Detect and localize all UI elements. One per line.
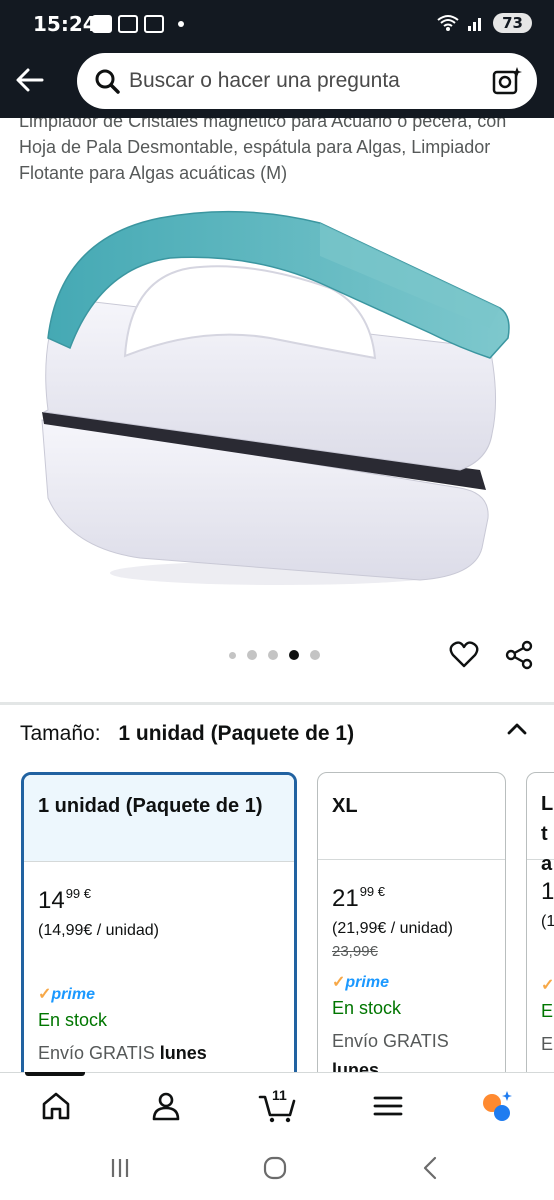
- size-label: Tamaño:: [20, 722, 101, 745]
- unit-price: (1: [541, 913, 554, 930]
- wifi-icon: [437, 15, 459, 31]
- unit-price: (21,99€ / unidad): [332, 920, 453, 937]
- share-icon[interactable]: [504, 640, 534, 670]
- size-option-name: L ta: [527, 773, 554, 875]
- recent-apps-icon[interactable]: [107, 1155, 133, 1181]
- system-navigation-bar: [0, 1138, 554, 1200]
- carousel-dot[interactable]: [229, 651, 236, 659]
- product-title[interactable]: Limpiador de Cristales magnético para Ac…: [19, 118, 541, 186]
- prime-badge: ✓prime: [332, 974, 389, 991]
- bottom-navigation: 11: [0, 1072, 554, 1138]
- status-bar: 15:24 73: [0, 0, 554, 48]
- carousel-dot[interactable]: [247, 650, 257, 660]
- notification-app-icon: [92, 15, 112, 33]
- size-option-card-selected[interactable]: 1 unidad (Paquete de 1) 1499 € (14,99€ /…: [21, 772, 297, 1072]
- stock-status: En stock: [332, 998, 402, 1018]
- status-time: 15:24: [33, 12, 97, 36]
- back-arrow-icon[interactable]: [14, 64, 46, 96]
- price: 1499 €: [38, 880, 280, 915]
- menu-icon[interactable]: [371, 1089, 405, 1123]
- size-selector-header[interactable]: Tamaño: 1 unidad (Paquete de 1): [20, 722, 354, 746]
- delivery-info: Envío GRATIS lunes: [332, 1031, 449, 1072]
- price-fraction: 99 €: [359, 884, 386, 899]
- more-notifications-dot: [178, 21, 184, 27]
- size-option-card[interactable]: XL 2199 € (21,99€ / unidad) 23,99€ ✓prim…: [317, 772, 506, 1072]
- search-placeholder: Buscar o hacer una pregunta: [129, 69, 400, 92]
- carousel-dot[interactable]: [268, 650, 278, 660]
- prime-badge: ✓: [541, 977, 554, 994]
- size-option-card[interactable]: L ta 1 (1 ✓ E E: [526, 772, 554, 1072]
- carousel-dot-active[interactable]: [289, 650, 299, 660]
- home-icon[interactable]: [39, 1089, 73, 1123]
- unit-price: (14,99€ / unidad): [38, 922, 159, 939]
- search-input[interactable]: Buscar o hacer una pregunta: [77, 53, 537, 109]
- account-icon[interactable]: [149, 1089, 183, 1123]
- home-button-icon[interactable]: [262, 1155, 288, 1181]
- stock-status: E: [541, 1001, 554, 1021]
- rufus-assistant-icon[interactable]: [480, 1089, 514, 1123]
- camera-search-icon[interactable]: [491, 65, 523, 97]
- price-whole: 21: [332, 885, 359, 912]
- stock-status: En stock: [38, 1010, 108, 1030]
- size-option-name: 1 unidad (Paquete de 1): [24, 775, 294, 862]
- active-tab-indicator: [25, 1072, 85, 1076]
- image-carousel-dots[interactable]: [229, 650, 320, 660]
- cart-count-badge: 11: [272, 1087, 287, 1103]
- size-option-name: XL: [318, 773, 505, 860]
- product-image[interactable]: [20, 198, 534, 608]
- system-icons: 73: [437, 13, 532, 33]
- battery-indicator: 73: [493, 13, 532, 33]
- system-back-icon[interactable]: [418, 1155, 444, 1181]
- product-title-area: Limpiador de Cristales magnético para Ac…: [0, 118, 554, 198]
- price-whole: 14: [38, 887, 65, 914]
- app-header: Buscar o hacer una pregunta: [0, 48, 554, 118]
- carousel-dot[interactable]: [310, 650, 320, 660]
- list-price: 23,99€: [332, 943, 378, 960]
- notification-calendar-icon: [144, 15, 164, 33]
- price: 2199 €: [332, 878, 491, 913]
- wishlist-heart-icon[interactable]: [449, 640, 479, 670]
- size-selected-value: 1 unidad (Paquete de 1): [118, 722, 355, 745]
- chevron-up-icon[interactable]: [504, 716, 530, 742]
- price-fraction: 99 €: [65, 886, 92, 901]
- notification-icons: [92, 15, 184, 33]
- prime-badge: ✓prime: [38, 986, 95, 1003]
- section-divider: [0, 702, 554, 705]
- delivery-info: E: [541, 1034, 554, 1054]
- price: 1: [541, 878, 554, 906]
- size-options-carousel[interactable]: 1 unidad (Paquete de 1) 1499 € (14,99€ /…: [0, 770, 554, 1072]
- notification-news-icon: [118, 15, 138, 33]
- signal-icon: [468, 18, 482, 31]
- price-whole: 1: [541, 878, 554, 905]
- delivery-info: Envío GRATIS lunes: [38, 1043, 207, 1063]
- search-icon: [95, 69, 120, 94]
